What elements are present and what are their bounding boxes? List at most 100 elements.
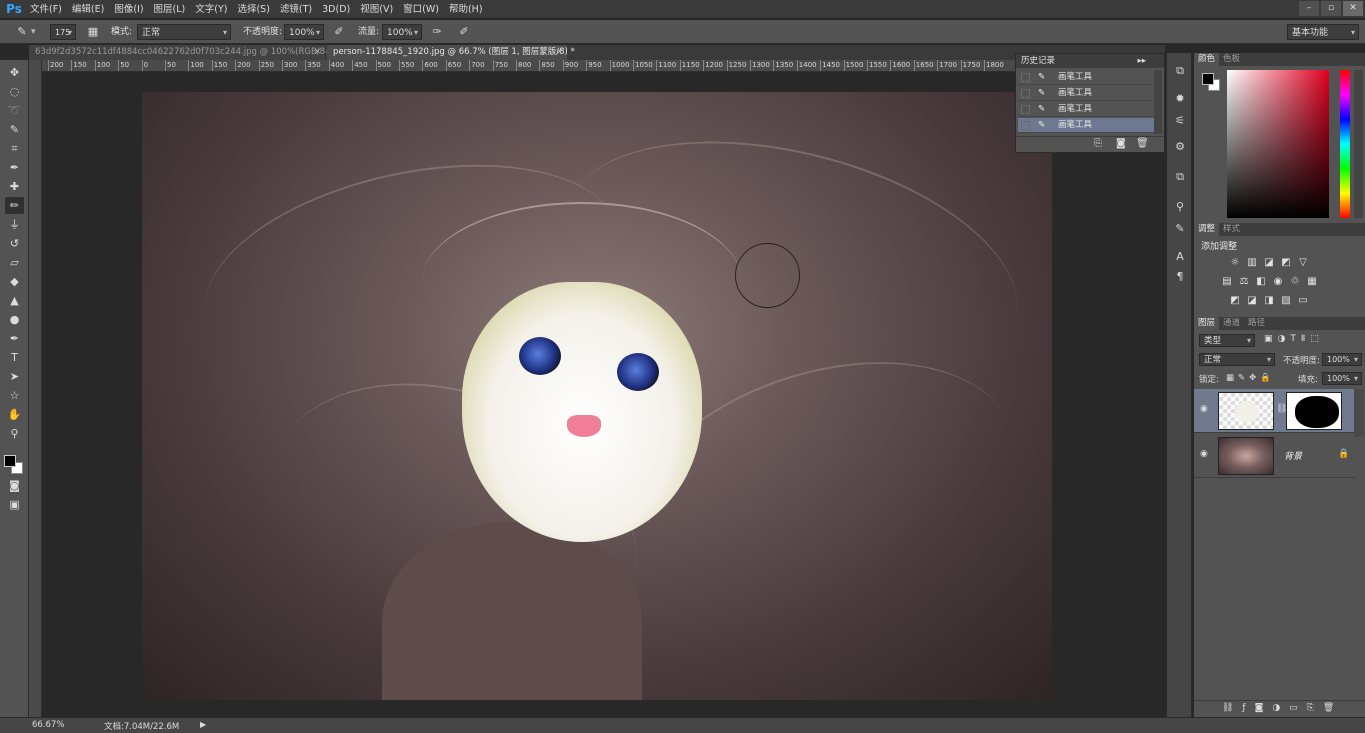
tab-layers[interactable]: 图层 <box>1194 317 1220 330</box>
history-item-selected[interactable]: ✎ 画笔工具 <box>1018 118 1154 133</box>
tab-channels[interactable]: 通道 <box>1219 318 1244 328</box>
brightness-icon[interactable]: ✹ <box>1172 91 1188 107</box>
layer-filter-select[interactable]: 类型 <box>1199 334 1255 347</box>
quick-mask-icon[interactable]: ◙ <box>5 477 24 494</box>
tab-document-1[interactable]: 63d9f2d3572c11df4884cc04622762d0f703c244… <box>29 45 336 60</box>
posterize-icon[interactable]: ◪ <box>1246 295 1258 306</box>
color-balance-icon[interactable]: ⚖ <box>1238 276 1250 287</box>
brush-tool-preset-icon[interactable]: ✎ <box>14 24 30 40</box>
eraser-tool-icon[interactable]: ▱ <box>5 254 24 271</box>
layer-row-layer-1[interactable]: ◉ ⛓ <box>1194 389 1355 433</box>
layer-thumbnail[interactable] <box>1218 392 1274 430</box>
brush-size-picker[interactable]: 175 <box>50 24 76 41</box>
brush-panel-toggle-icon[interactable]: ▦ <box>85 24 101 40</box>
history-panel-icon[interactable]: ⧉ <box>1172 63 1188 79</box>
menu-window[interactable]: 窗口(W) <box>398 0 444 19</box>
history-panel-title[interactable]: 历史记录 <box>1021 56 1055 66</box>
hue-saturation-icon[interactable]: ▤ <box>1221 276 1233 287</box>
properties-icon[interactable]: ⚙ <box>1172 139 1188 155</box>
color-panel-scrollbar[interactable] <box>1354 70 1363 218</box>
zoom-tool-icon[interactable]: ⚲ <box>5 425 24 442</box>
flow-field[interactable]: 100% <box>382 24 422 41</box>
foreground-color-chip[interactable] <box>1202 73 1214 85</box>
menu-edit[interactable]: 编辑(E) <box>67 0 109 19</box>
menu-help[interactable]: 帮助(H) <box>444 0 488 19</box>
tab-color[interactable]: 颜色 <box>1194 53 1220 66</box>
camera-icon[interactable]: ◙ <box>1116 138 1126 149</box>
layers-footer-icons[interactable]: ⛓ƒ◙◑▭⎘🗑 <box>1222 703 1343 713</box>
mode-select[interactable]: 正常 <box>137 24 231 41</box>
history-item[interactable]: ✎ 画笔工具 <box>1018 70 1154 85</box>
menu-layer[interactable]: 图层(L) <box>149 0 191 19</box>
lock-icons[interactable]: ▦✎✥🔒 <box>1226 373 1275 383</box>
layer-opacity-field[interactable]: 100% <box>1322 353 1362 366</box>
collapse-icon[interactable]: ▸▸ <box>1137 54 1146 68</box>
trash-icon[interactable]: 🗑 <box>1136 138 1149 149</box>
color-field[interactable] <box>1227 70 1329 218</box>
visibility-eye-icon[interactable]: ◉ <box>1200 449 1208 459</box>
restore-button[interactable]: ▫ <box>1321 1 1341 16</box>
brush-presets-icon[interactable]: ⚟ <box>1172 113 1188 129</box>
tab-swatches[interactable]: 色板 <box>1219 54 1244 64</box>
path-select-tool-icon[interactable]: ➤ <box>5 368 24 385</box>
history-brush-tool-icon[interactable]: ↺ <box>5 235 24 252</box>
quick-select-tool-icon[interactable]: ✎ <box>5 121 24 138</box>
pen-tool-icon[interactable]: ✒ <box>5 330 24 347</box>
pressure-size-icon[interactable]: ✐ <box>456 24 472 40</box>
layer-filter-icons[interactable]: ▣◑TⅡ⬚ <box>1264 334 1324 344</box>
close-button[interactable]: ✕ <box>1343 1 1363 16</box>
type-tool-icon[interactable]: T <box>5 349 24 366</box>
status-menu-arrow[interactable]: ▶ <box>200 720 206 729</box>
hue-slider[interactable] <box>1340 70 1350 218</box>
minimize-button[interactable]: – <box>1299 1 1319 16</box>
menu-file[interactable]: 文件(F) <box>25 0 67 19</box>
tab-paths[interactable]: 路径 <box>1244 318 1269 328</box>
eyedropper-tool-icon[interactable]: ✒ <box>5 159 24 176</box>
levels-icon[interactable]: ▥ <box>1246 257 1258 268</box>
menu-type[interactable]: 文字(Y) <box>190 0 232 19</box>
screen-mode-icon[interactable]: ▣ <box>5 496 24 513</box>
menu-select[interactable]: 选择(S) <box>232 0 274 19</box>
menu-3d[interactable]: 3D(D) <box>317 0 355 19</box>
menu-view[interactable]: 视图(V) <box>355 0 398 19</box>
brush-tool-icon[interactable]: ✏ <box>5 197 24 214</box>
black-white-icon[interactable]: ◧ <box>1255 276 1267 287</box>
history-item[interactable]: ✎ 画笔工具 <box>1018 102 1154 117</box>
curves-icon[interactable]: ◪ <box>1263 257 1275 268</box>
move-tool-icon[interactable]: ✥ <box>5 64 24 81</box>
airbrush-icon[interactable]: ✑ <box>429 24 445 40</box>
layer-row-background[interactable]: ◉ 背景 🔒 <box>1194 434 1355 478</box>
layer-thumbnail[interactable] <box>1218 437 1274 475</box>
blend-mode-select[interactable]: 正常 <box>1199 353 1275 366</box>
brightness-contrast-icon[interactable]: ☼ <box>1229 257 1241 268</box>
color-lookup-icon[interactable]: ▦ <box>1306 276 1318 287</box>
canvas-area[interactable] <box>42 73 1164 717</box>
character-icon[interactable]: A <box>1172 249 1188 265</box>
blur-tool-icon[interactable]: ▲ <box>5 292 24 309</box>
pressure-opacity-icon[interactable]: ✐ <box>331 24 347 40</box>
history-scrollbar[interactable] <box>1154 70 1162 134</box>
threshold-icon[interactable]: ◨ <box>1263 295 1275 306</box>
marquee-tool-icon[interactable]: ◌ <box>5 83 24 100</box>
layers-scrollbar[interactable] <box>1354 389 1364 437</box>
history-item[interactable]: ✎ 画笔工具 <box>1018 86 1154 101</box>
brush-settings-icon[interactable]: ✎ <box>1172 221 1188 237</box>
tab-close-icon[interactable]: × <box>556 45 563 60</box>
layer-mask-thumbnail[interactable] <box>1286 392 1342 430</box>
shape-tool-icon[interactable]: ☆ <box>5 387 24 404</box>
tab-adjustments[interactable]: 调整 <box>1194 223 1220 236</box>
foreground-color-swatch[interactable] <box>4 455 16 467</box>
new-document-from-state-icon[interactable]: ⎘ <box>1094 138 1102 149</box>
menu-image[interactable]: 图像(I) <box>109 0 148 19</box>
gradient-map-icon[interactable]: ▭ <box>1297 295 1309 306</box>
clone-source-icon[interactable]: ⧉ <box>1172 169 1188 185</box>
lasso-tool-icon[interactable]: ➰ <box>5 102 24 119</box>
channel-mixer-icon[interactable]: ♲ <box>1289 276 1301 287</box>
zoom-level[interactable]: 66.67% <box>32 720 64 730</box>
tab-close-icon[interactable]: × <box>314 45 321 60</box>
photo-filter-icon[interactable]: ◉ <box>1272 276 1284 287</box>
opacity-field[interactable]: 100% <box>284 24 324 41</box>
document-image[interactable] <box>142 92 1052 700</box>
preset-dropdown-icon[interactable]: ▾ <box>31 24 36 40</box>
tab-document-2[interactable]: person-1178845_1920.jpg @ 66.7% (图层 1, 图… <box>327 45 575 60</box>
